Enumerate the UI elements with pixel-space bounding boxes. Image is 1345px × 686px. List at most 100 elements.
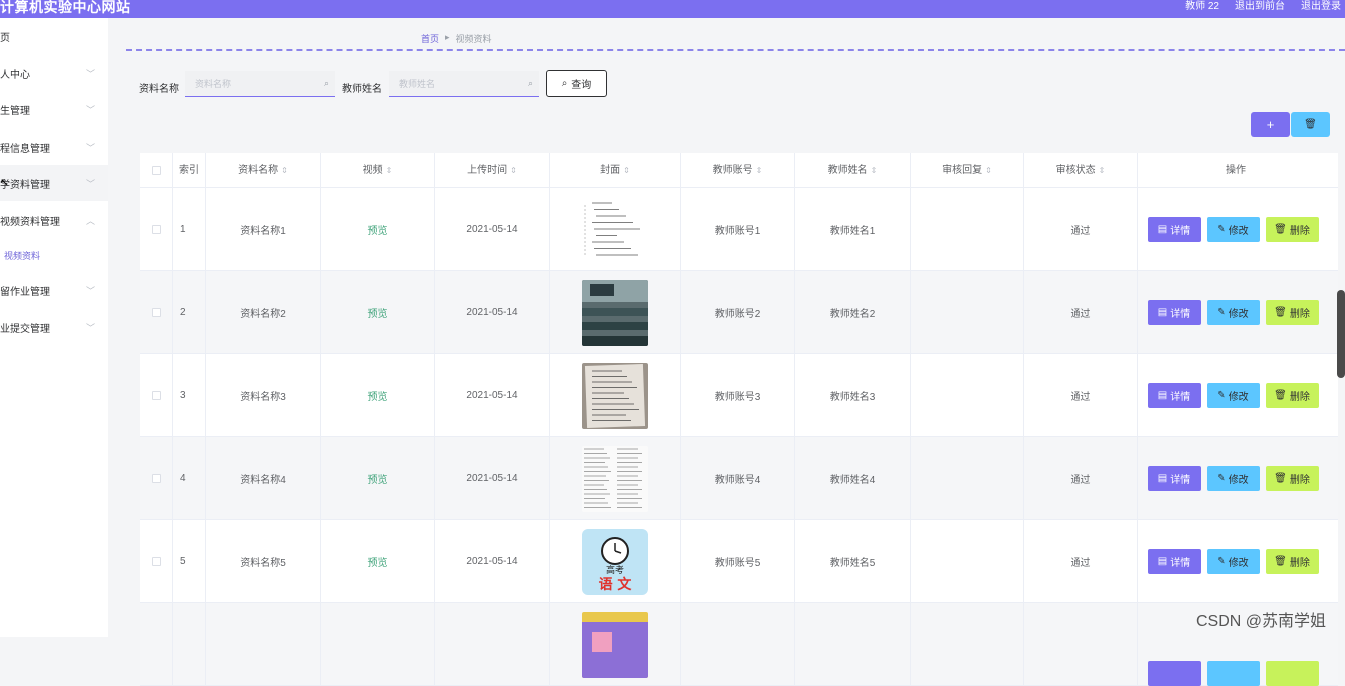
index-cell: 5 xyxy=(173,520,206,603)
scrollbar-thumb[interactable] xyxy=(1337,290,1345,378)
row-checkbox[interactable] xyxy=(151,557,161,566)
sidebar-item-home[interactable]: 页 xyxy=(0,18,108,54)
name-cell: 资料名称1 xyxy=(206,188,321,271)
sidebar-item-students[interactable]: 生管理 ﹀ xyxy=(0,91,108,127)
cover-cell xyxy=(550,437,681,520)
header-label: 教师账号 xyxy=(712,165,753,176)
edit-button[interactable]: ✎ 修改 xyxy=(1206,217,1260,242)
detail-button[interactable]: ▤ 详情 xyxy=(1147,549,1201,574)
sidebar-item-courses[interactable]: 程信息管理 ﹀ xyxy=(0,129,108,165)
sidebar-item-homework[interactable]: 留作业管理 ﹀ xyxy=(0,272,108,308)
column-header[interactable]: 上传时间 ⇕ xyxy=(435,153,550,188)
cover-thumbnail[interactable] xyxy=(582,445,648,512)
detail-button[interactable]: ▤ 详情 xyxy=(1147,383,1201,408)
delete-label: 删除 xyxy=(1289,558,1310,569)
header-label: 审核回复 xyxy=(942,165,983,176)
video-preview-link[interactable]: 预览 xyxy=(368,222,388,237)
detail-button[interactable] xyxy=(1147,661,1201,686)
batch-delete-button[interactable]: 🗑 xyxy=(1291,112,1330,137)
sidebar-item-submissions[interactable]: 业提交管理 ﹀ xyxy=(0,309,108,345)
video-cell: 预览 xyxy=(321,354,435,437)
delete-button[interactable]: 🗑 删除 xyxy=(1265,383,1319,408)
status-cell: 通过 xyxy=(1024,188,1138,271)
video-preview-link[interactable]: 预览 xyxy=(368,471,388,486)
teacher-search-input[interactable]: 教师姓名 ⌕ xyxy=(389,71,539,97)
name-search-input[interactable]: 资料名称 ⌕ xyxy=(185,71,335,97)
sidebar-item-teaching-materials[interactable]: 学资料管理 ﹀ xyxy=(0,165,108,201)
sidebar-item-video-materials[interactable]: 视频资料管理 ︿ xyxy=(0,202,108,238)
sidebar-subitem-videos[interactable]: 视频资料 xyxy=(4,249,40,262)
add-button[interactable]: + xyxy=(1251,112,1290,137)
sort-icon[interactable]: ⇕ xyxy=(386,166,393,175)
upload-time: 2021-05-14 xyxy=(466,307,518,318)
column-header[interactable]: 教师姓名 ⇕ xyxy=(795,153,911,188)
account-cell xyxy=(681,603,795,686)
edit-label: 修改 xyxy=(1228,475,1249,486)
video-preview-link[interactable]: 预览 xyxy=(368,388,388,403)
column-header[interactable]: 封面 ⇕ xyxy=(550,153,681,188)
name-cell: 资料名称5 xyxy=(206,520,321,603)
teacher-name: 教师姓名5 xyxy=(829,558,876,569)
column-header[interactable]: 教师账号 ⇕ xyxy=(681,153,795,188)
upload-time: 2021-05-14 xyxy=(466,556,518,567)
cover-thumbnail[interactable] xyxy=(582,279,648,346)
delete-button[interactable]: 🗑 删除 xyxy=(1265,300,1319,325)
index-cell: 3 xyxy=(173,354,206,437)
select-all-checkbox[interactable] xyxy=(151,165,161,175)
edit-button[interactable]: ✎ 修改 xyxy=(1206,383,1260,408)
delete-button[interactable] xyxy=(1265,661,1319,686)
video-preview-link[interactable]: 预览 xyxy=(368,305,388,320)
sort-icon[interactable]: ⇕ xyxy=(281,166,288,175)
breadcrumb-separator-icon: ▸ xyxy=(445,32,450,42)
column-header[interactable]: 审核状态 ⇕ xyxy=(1024,153,1138,188)
pencil-icon: ✎ xyxy=(1217,473,1226,484)
column-header[interactable]: 资料名称 ⇕ xyxy=(206,153,321,188)
sort-icon[interactable]: ⇕ xyxy=(1099,166,1106,175)
row-checkbox[interactable] xyxy=(151,225,161,234)
delete-button[interactable]: 🗑 删除 xyxy=(1265,549,1319,574)
logout-link[interactable]: 退出登录 xyxy=(1301,0,1341,18)
cover-thumbnail[interactable]: 高考语 文 xyxy=(582,528,648,595)
edit-button[interactable]: ✎ 修改 xyxy=(1206,300,1260,325)
edit-button[interactable] xyxy=(1206,661,1260,686)
sort-icon[interactable]: ⇕ xyxy=(623,166,630,175)
detail-button[interactable]: ▤ 详情 xyxy=(1147,300,1201,325)
detail-button[interactable]: ▤ 详情 xyxy=(1147,217,1201,242)
row-index: 1 xyxy=(180,224,186,235)
back-to-frontend-link[interactable]: 退出到前台 xyxy=(1235,0,1285,18)
cover-thumbnail[interactable] xyxy=(582,196,648,263)
delete-button[interactable]: 🗑 删除 xyxy=(1265,466,1319,491)
trash-icon: 🗑 xyxy=(1304,119,1317,130)
delete-button[interactable]: 🗑 删除 xyxy=(1265,217,1319,242)
row-checkbox[interactable] xyxy=(151,391,161,400)
cover-thumbnail[interactable] xyxy=(582,611,648,678)
detail-label: 详情 xyxy=(1170,475,1191,486)
breadcrumb-home[interactable]: 首页 xyxy=(421,32,439,45)
sidebar-item-profile[interactable]: 人中心 ﹀ xyxy=(0,55,108,91)
detail-button[interactable]: ▤ 详情 xyxy=(1147,466,1201,491)
video-cell: 预览 xyxy=(321,437,435,520)
status-cell: 通过 xyxy=(1024,437,1138,520)
video-preview-link[interactable]: 预览 xyxy=(368,554,388,569)
account-cell: 教师账号5 xyxy=(681,520,795,603)
cover-thumbnail[interactable] xyxy=(582,362,648,429)
sort-icon[interactable]: ⇕ xyxy=(871,166,878,175)
sidebar-item-label: 留作业管理 xyxy=(0,286,50,298)
row-checkbox[interactable] xyxy=(151,308,161,317)
teacher-cell: 教师姓名4 xyxy=(795,437,911,520)
row-index: 5 xyxy=(180,556,186,567)
material-name: 资料名称1 xyxy=(240,226,286,237)
query-button[interactable]: ⌕ 查询 xyxy=(546,70,607,97)
edit-button[interactable]: ✎ 修改 xyxy=(1206,466,1260,491)
sort-icon[interactable]: ⇕ xyxy=(985,166,992,175)
sidebar-item-label: 生管理 xyxy=(0,105,30,117)
column-header[interactable]: 审核回复 ⇕ xyxy=(911,153,1024,188)
status-cell xyxy=(1024,603,1138,686)
sort-icon[interactable]: ⇕ xyxy=(756,166,763,175)
edit-button[interactable]: ✎ 修改 xyxy=(1206,549,1260,574)
sort-icon[interactable]: ⇕ xyxy=(510,166,517,175)
chevron-down-icon: ﹀ xyxy=(86,285,96,296)
pencil-icon: ✎ xyxy=(1217,390,1226,401)
row-checkbox[interactable] xyxy=(151,474,161,483)
column-header[interactable]: 视频 ⇕ xyxy=(321,153,435,188)
